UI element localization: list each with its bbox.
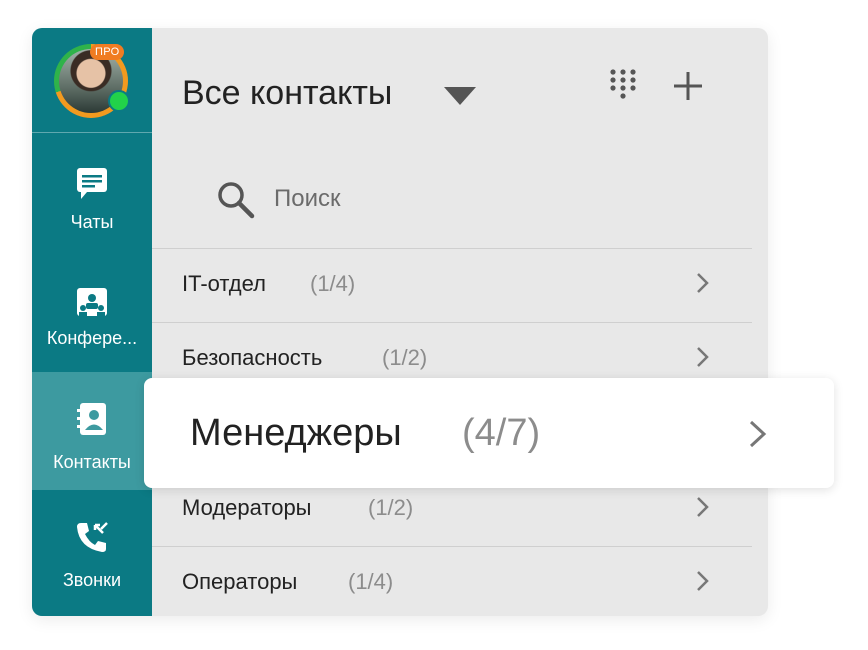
contacts-icon	[77, 403, 106, 435]
group-count: (1/4)	[310, 271, 356, 296]
group-row-managers-highlighted[interactable]: Менеджеры (4/7)	[144, 378, 834, 488]
online-status-dot	[108, 90, 130, 112]
sidebar-item-contacts[interactable]: Контакты	[32, 372, 152, 490]
sidebar-item-conferences[interactable]: Конфере...	[32, 268, 152, 368]
group-row-operators[interactable]: Операторы (1/4)	[152, 546, 752, 616]
page-title[interactable]: Все контакты	[182, 74, 392, 113]
sidebar-item-label: Контакты	[53, 452, 131, 472]
sidebar-item-calls[interactable]: Звонки	[32, 494, 152, 616]
caret-down-icon[interactable]	[444, 87, 476, 105]
pro-badge: ПРО	[90, 44, 125, 60]
group-count: (1/2)	[368, 495, 414, 520]
group-count: (1/2)	[382, 345, 428, 370]
group-name: Менеджеры	[190, 412, 402, 454]
dialpad-icon[interactable]	[608, 68, 638, 104]
search-icon	[218, 182, 255, 219]
conference-icon	[77, 288, 107, 316]
chat-icon	[77, 168, 107, 199]
group-count: (4/7)	[462, 412, 541, 454]
chevron-right-icon	[697, 273, 709, 293]
profile-area[interactable]: ПРО	[32, 28, 152, 133]
sidebar-item-label: Конфере...	[46, 328, 138, 348]
chevron-right-icon	[697, 497, 709, 517]
sidebar-item-label: Звонки	[62, 570, 122, 590]
sidebar: ПРО Чаты Конфере... Контакты Звонки	[32, 28, 152, 616]
group-name: Модераторы	[182, 495, 312, 520]
group-count: (1/4)	[348, 569, 394, 594]
group-row-it[interactable]: IT-отдел (1/4)	[152, 248, 752, 323]
group-name: Операторы	[182, 569, 298, 594]
chevron-right-icon	[749, 420, 767, 448]
chevron-right-icon	[697, 347, 709, 367]
group-name: Безопасность	[182, 345, 323, 370]
sidebar-item-chats[interactable]: Чаты	[32, 146, 152, 264]
chevron-right-icon	[697, 571, 709, 591]
search-input[interactable]	[272, 178, 696, 220]
contacts-app-window: ПРО Чаты Конфере... Контакты Звонки Все …	[32, 28, 768, 616]
sidebar-item-label: Чаты	[70, 212, 114, 232]
plus-icon[interactable]	[672, 70, 704, 102]
contacts-panel: Все контакты IT-отдел (1/4)	[152, 28, 768, 616]
search-bar[interactable]	[152, 162, 752, 248]
calls-icon	[77, 522, 108, 552]
group-name: IT-отдел	[182, 271, 266, 296]
